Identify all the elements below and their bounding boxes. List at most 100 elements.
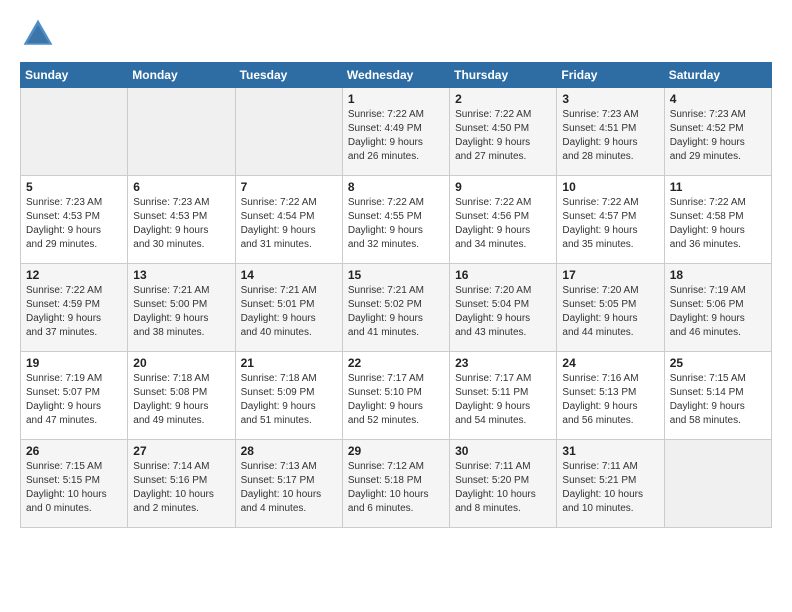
day-info: Sunrise: 7:21 AM Sunset: 5:00 PM Dayligh… (133, 284, 229, 340)
day-info: Sunrise: 7:16 AM Sunset: 5:13 PM Dayligh… (562, 372, 658, 428)
calendar-body: 1Sunrise: 7:22 AM Sunset: 4:49 PM Daylig… (21, 88, 772, 528)
weekday-header-saturday: Saturday (664, 63, 771, 88)
day-info: Sunrise: 7:19 AM Sunset: 5:06 PM Dayligh… (670, 284, 766, 340)
calendar-cell: 17 Sunrise: 7:20 AM Sunset: 5:05 PM Dayli… (557, 264, 664, 352)
calendar-cell (128, 88, 235, 176)
calendar-week-1: 1Sunrise: 7:22 AM Sunset: 4:49 PM Daylig… (21, 88, 772, 176)
day-number: 25 (670, 356, 766, 370)
day-number: 29 (348, 444, 444, 458)
calendar-cell: 8 Sunrise: 7:22 AM Sunset: 4:55 PM Daylig… (342, 176, 449, 264)
day-number: 19 (26, 356, 122, 370)
day-info: Sunrise: 7:22 AM Sunset: 4:55 PM Dayligh… (348, 196, 444, 252)
day-number: 17 (562, 268, 658, 282)
calendar-cell: 7 Sunrise: 7:22 AM Sunset: 4:54 PM Daylig… (235, 176, 342, 264)
calendar-cell (664, 440, 771, 528)
day-info: Sunrise: 7:15 AM Sunset: 5:14 PM Dayligh… (670, 372, 766, 428)
calendar-cell: 28 Sunrise: 7:13 AM Sunset: 5:17 PM Dayli… (235, 440, 342, 528)
calendar-cell: 31 Sunrise: 7:11 AM Sunset: 5:21 PM Dayli… (557, 440, 664, 528)
logo-icon (20, 16, 56, 52)
calendar-cell: 21Sunrise: 7:18 AM Sunset: 5:09 PM Dayli… (235, 352, 342, 440)
calendar-cell: 9Sunrise: 7:22 AM Sunset: 4:56 PM Daylig… (450, 176, 557, 264)
day-number: 8 (348, 180, 444, 194)
calendar-cell: 18 Sunrise: 7:19 AM Sunset: 5:06 PM Dayli… (664, 264, 771, 352)
day-info: Sunrise: 7:22 AM Sunset: 4:57 PM Dayligh… (562, 196, 658, 252)
day-info: Sunrise: 7:13 AM Sunset: 5:17 PM Dayligh… (241, 460, 337, 516)
day-number: 24 (562, 356, 658, 370)
weekday-header-sunday: Sunday (21, 63, 128, 88)
day-number: 6 (133, 180, 229, 194)
day-info: Sunrise: 7:20 AM Sunset: 5:05 PM Dayligh… (562, 284, 658, 340)
day-info: Sunrise: 7:15 AM Sunset: 5:15 PM Dayligh… (26, 460, 122, 516)
calendar-cell: 19 Sunrise: 7:19 AM Sunset: 5:07 PM Dayli… (21, 352, 128, 440)
day-info: Sunrise: 7:21 AM Sunset: 5:01 PM Dayligh… (241, 284, 337, 340)
calendar-cell: 20 Sunrise: 7:18 AM Sunset: 5:08 PM Dayli… (128, 352, 235, 440)
weekday-header-thursday: Thursday (450, 63, 557, 88)
day-info: Sunrise: 7:19 AM Sunset: 5:07 PM Dayligh… (26, 372, 122, 428)
day-info: Sunrise: 7:11 AM Sunset: 5:21 PM Dayligh… (562, 460, 658, 516)
day-info: Sunrise: 7:22 AM Sunset: 4:59 PM Dayligh… (26, 284, 122, 340)
calendar-cell (235, 88, 342, 176)
calendar-cell: 30 Sunrise: 7:11 AM Sunset: 5:20 PM Dayli… (450, 440, 557, 528)
calendar-cell: 15 Sunrise: 7:21 AM Sunset: 5:02 PM Dayli… (342, 264, 449, 352)
day-info: Sunrise: 7:22 AM Sunset: 4:49 PM Dayligh… (348, 108, 444, 164)
weekday-header-monday: Monday (128, 63, 235, 88)
day-number: 23 (455, 356, 551, 370)
day-number: 3 (562, 92, 658, 106)
day-number: 26 (26, 444, 122, 458)
calendar-cell: 1Sunrise: 7:22 AM Sunset: 4:49 PM Daylig… (342, 88, 449, 176)
day-info: Sunrise: 7:11 AM Sunset: 5:20 PM Dayligh… (455, 460, 551, 516)
weekday-header-friday: Friday (557, 63, 664, 88)
day-info: Sunrise: 7:22 AM Sunset: 4:54 PM Dayligh… (241, 196, 337, 252)
day-number: 20 (133, 356, 229, 370)
day-number: 31 (562, 444, 658, 458)
day-number: 15 (348, 268, 444, 282)
calendar-cell: 22Sunrise: 7:17 AM Sunset: 5:10 PM Dayli… (342, 352, 449, 440)
day-info: Sunrise: 7:17 AM Sunset: 5:11 PM Dayligh… (455, 372, 551, 428)
day-number: 13 (133, 268, 229, 282)
calendar-cell: 25 Sunrise: 7:15 AM Sunset: 5:14 PM Dayli… (664, 352, 771, 440)
day-info: Sunrise: 7:18 AM Sunset: 5:08 PM Dayligh… (133, 372, 229, 428)
day-info: Sunrise: 7:23 AM Sunset: 4:52 PM Dayligh… (670, 108, 766, 164)
weekday-header-wednesday: Wednesday (342, 63, 449, 88)
calendar-cell (21, 88, 128, 176)
calendar-cell: 6 Sunrise: 7:23 AM Sunset: 4:53 PM Daylig… (128, 176, 235, 264)
day-number: 21 (241, 356, 337, 370)
day-number: 14 (241, 268, 337, 282)
day-number: 2 (455, 92, 551, 106)
day-info: Sunrise: 7:21 AM Sunset: 5:02 PM Dayligh… (348, 284, 444, 340)
calendar-week-4: 19 Sunrise: 7:19 AM Sunset: 5:07 PM Dayli… (21, 352, 772, 440)
calendar-cell: 2 Sunrise: 7:22 AM Sunset: 4:50 PM Daylig… (450, 88, 557, 176)
day-number: 18 (670, 268, 766, 282)
header (20, 16, 772, 52)
calendar-cell: 10 Sunrise: 7:22 AM Sunset: 4:57 PM Dayli… (557, 176, 664, 264)
calendar-cell: 16Sunrise: 7:20 AM Sunset: 5:04 PM Dayli… (450, 264, 557, 352)
day-number: 11 (670, 180, 766, 194)
day-info: Sunrise: 7:22 AM Sunset: 4:50 PM Dayligh… (455, 108, 551, 164)
day-number: 16 (455, 268, 551, 282)
day-info: Sunrise: 7:22 AM Sunset: 4:58 PM Dayligh… (670, 196, 766, 252)
day-info: Sunrise: 7:12 AM Sunset: 5:18 PM Dayligh… (348, 460, 444, 516)
calendar-cell: 29 Sunrise: 7:12 AM Sunset: 5:18 PM Dayli… (342, 440, 449, 528)
day-number: 28 (241, 444, 337, 458)
day-info: Sunrise: 7:22 AM Sunset: 4:56 PM Dayligh… (455, 196, 551, 252)
weekday-header-row: SundayMondayTuesdayWednesdayThursdayFrid… (21, 63, 772, 88)
day-info: Sunrise: 7:23 AM Sunset: 4:53 PM Dayligh… (26, 196, 122, 252)
weekday-header-tuesday: Tuesday (235, 63, 342, 88)
calendar-cell: 24 Sunrise: 7:16 AM Sunset: 5:13 PM Dayli… (557, 352, 664, 440)
day-number: 7 (241, 180, 337, 194)
calendar-table: SundayMondayTuesdayWednesdayThursdayFrid… (20, 62, 772, 528)
calendar-cell: 23 Sunrise: 7:17 AM Sunset: 5:11 PM Dayli… (450, 352, 557, 440)
calendar-cell: 4 Sunrise: 7:23 AM Sunset: 4:52 PM Daylig… (664, 88, 771, 176)
calendar-cell: 27Sunrise: 7:14 AM Sunset: 5:16 PM Dayli… (128, 440, 235, 528)
day-number: 4 (670, 92, 766, 106)
day-info: Sunrise: 7:23 AM Sunset: 4:53 PM Dayligh… (133, 196, 229, 252)
day-number: 27 (133, 444, 229, 458)
logo-area (20, 16, 60, 52)
calendar-cell: 11 Sunrise: 7:22 AM Sunset: 4:58 PM Dayli… (664, 176, 771, 264)
calendar-cell: 5Sunrise: 7:23 AM Sunset: 4:53 PM Daylig… (21, 176, 128, 264)
day-info: Sunrise: 7:23 AM Sunset: 4:51 PM Dayligh… (562, 108, 658, 164)
calendar-week-3: 12Sunrise: 7:22 AM Sunset: 4:59 PM Dayli… (21, 264, 772, 352)
calendar-week-5: 26 Sunrise: 7:15 AM Sunset: 5:15 PM Dayli… (21, 440, 772, 528)
day-number: 10 (562, 180, 658, 194)
day-number: 30 (455, 444, 551, 458)
